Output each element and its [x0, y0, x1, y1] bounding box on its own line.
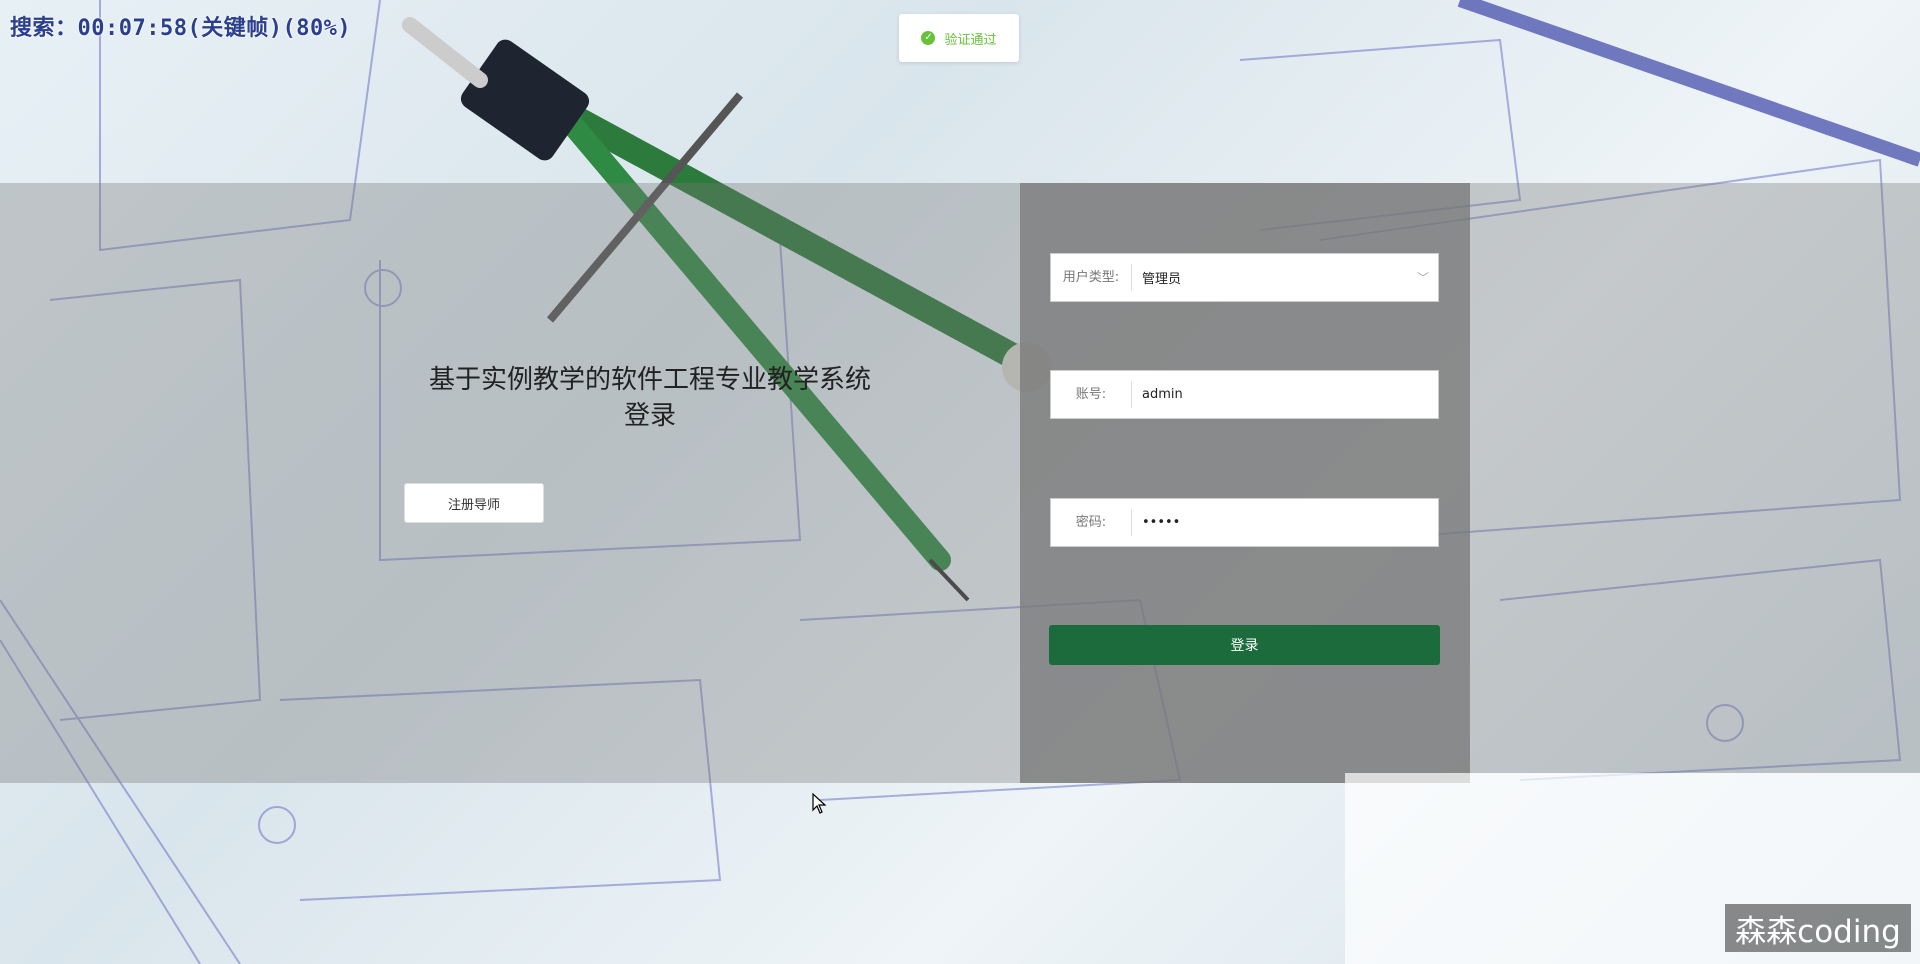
check-circle-icon: ✓: [921, 31, 936, 45]
account-input[interactable]: admin: [1132, 387, 1438, 402]
watermark: 森森coding: [1725, 904, 1911, 952]
password-field[interactable]: 密码: •••••: [1050, 498, 1439, 547]
success-toast: ✓ 验证通过: [899, 14, 1019, 62]
chevron-down-icon[interactable]: ﹀: [1408, 269, 1438, 286]
login-button[interactable]: 登录: [1049, 625, 1440, 665]
mouse-cursor-icon: [812, 793, 827, 814]
user-type-value: 管理员: [1142, 272, 1182, 287]
title-line-1: 基于实例教学的软件工程专业教学系统: [428, 365, 871, 395]
page-title: 基于实例教学的软件工程专业教学系统 登录: [400, 362, 900, 434]
account-field[interactable]: 账号: admin: [1050, 370, 1439, 419]
toast-message: 验证通过: [944, 32, 997, 48]
search-status: 搜索：00:07:58(关键帧)(80%): [10, 16, 352, 41]
title-line-2: 登录: [623, 401, 676, 431]
password-label: 密码:: [1051, 509, 1132, 536]
register-tutor-button[interactable]: 注册导师: [404, 483, 544, 523]
account-label: 账号:: [1051, 381, 1132, 408]
user-type-select[interactable]: 用户类型: 管理员 ﹀: [1050, 253, 1439, 302]
login-page: 搜索：00:07:58(关键帧)(80%) ✓ 验证通过 基于实例教学的软件工程…: [0, 0, 1920, 964]
user-type-label: 用户类型:: [1051, 264, 1132, 291]
password-input[interactable]: •••••: [1132, 515, 1438, 530]
right-overlay: [1470, 183, 1920, 773]
